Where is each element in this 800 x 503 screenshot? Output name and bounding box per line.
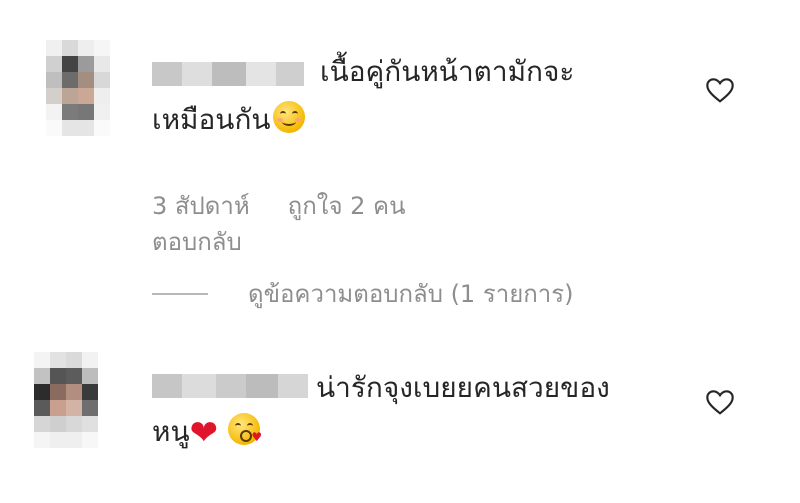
view-replies-button[interactable]: ดูข้อความตอบกลับ (1 รายการ) [152,274,574,313]
divider [152,292,208,295]
comment-text-line-2: หนู❤ ♥ [152,408,262,457]
comment-item: น่ารักจุงเบยยคนสวยของ หนู❤ ♥ [0,330,800,503]
comment-text-line-1: น่ารักจุงเบยยคนสวยของ [316,371,610,404]
comment-text-line-2-text: เหมือนกัน [152,103,271,136]
username-blurred[interactable] [152,374,308,398]
comment-likes[interactable]: ถูกใจ 2 คน [288,192,406,220]
comment-meta: 3 สัปดาห์ ถูกใจ 2 คน [152,186,444,225]
username-blurred[interactable] [152,62,304,86]
avatar[interactable] [34,352,98,448]
heart-outline-icon[interactable] [704,386,736,418]
reply-button[interactable]: ตอบกลับ [152,222,242,261]
comment-text-line-1: เนื้อคู่กันหน้าตามักจะ [320,55,575,88]
smiling-face-emoji [272,101,305,133]
face-blowing-kiss-emoji: ♥ [228,413,262,445]
comment-time[interactable]: 3 สัปดาห์ [152,192,250,220]
view-replies-label[interactable]: ดูข้อความตอบกลับ (1 รายการ) [248,274,574,313]
comment-text-line-2-text: หนู [152,415,190,448]
heart-outline-icon[interactable] [704,74,736,106]
comment-text-line-2: เหมือนกัน [152,96,305,144]
avatar[interactable] [46,40,110,136]
red-heart-emoji: ❤ [189,413,219,453]
comment-item: เนื้อคู่กันหน้าตามักจะ เหมือนกัน 3 สัปดา… [0,0,800,330]
